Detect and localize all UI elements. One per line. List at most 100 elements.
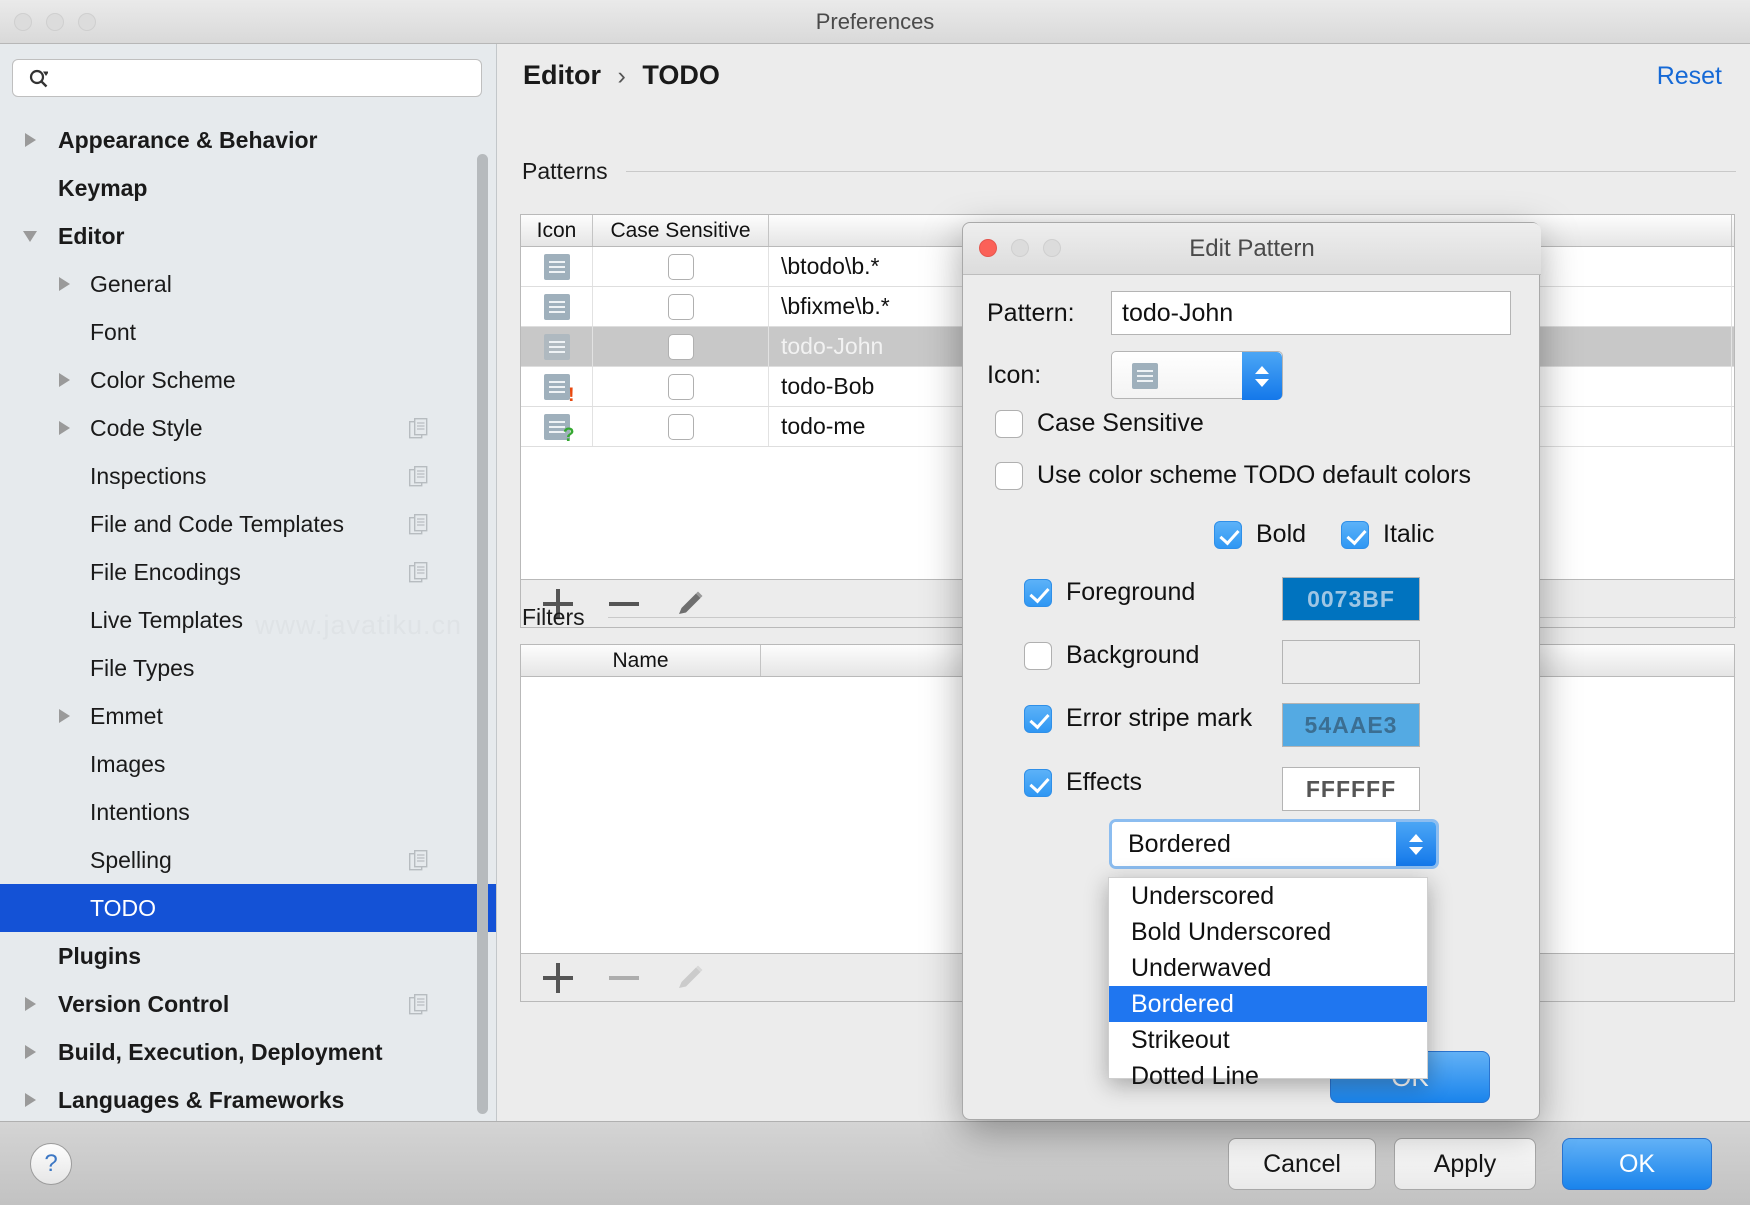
sidebar-item-font[interactable]: Font xyxy=(0,308,497,356)
menu-item-dotted-line[interactable]: Dotted Line xyxy=(1109,1058,1427,1094)
sidebar-item-editor[interactable]: Editor xyxy=(0,212,497,260)
pattern-icon-cell xyxy=(521,247,593,286)
sidebar-item-emmet[interactable]: Emmet xyxy=(0,692,497,740)
foreground-box[interactable] xyxy=(1024,579,1052,607)
case-sensitive-cell[interactable] xyxy=(593,367,769,406)
sidebar-item-appearance-behavior[interactable]: Appearance & Behavior xyxy=(0,116,497,164)
case-sensitive-box[interactable] xyxy=(995,410,1023,438)
use-color-scheme-checkbox[interactable]: Use color scheme TODO default colors xyxy=(995,461,1471,490)
settings-sidebar: Appearance & BehaviorKeymapEditorGeneral… xyxy=(0,44,497,1121)
menu-item-bold-underscored[interactable]: Bold Underscored xyxy=(1109,914,1427,950)
column-header-case-sensitive[interactable]: Case Sensitive xyxy=(593,215,769,246)
italic-box[interactable] xyxy=(1341,521,1369,549)
sidebar-item-color-scheme[interactable]: Color Scheme xyxy=(0,356,497,404)
use-color-scheme-box[interactable] xyxy=(995,462,1023,490)
apply-button[interactable]: Apply xyxy=(1394,1138,1536,1190)
sidebar-item-live-templates[interactable]: Live Templates xyxy=(0,596,497,644)
search-input[interactable] xyxy=(61,60,476,96)
sidebar-item-languages-frameworks[interactable]: Languages & Frameworks xyxy=(0,1076,497,1121)
dialog-close-button[interactable] xyxy=(979,239,997,257)
search-box[interactable] xyxy=(12,59,482,97)
icon-stepper[interactable] xyxy=(1242,352,1282,400)
sidebar-item-file-and-code-templates[interactable]: File and Code Templates xyxy=(0,500,497,548)
case-sensitive-checkbox[interactable] xyxy=(668,294,694,320)
dialog-minimize-button[interactable] xyxy=(1011,239,1029,257)
sidebar-item-code-style[interactable]: Code Style xyxy=(0,404,497,452)
column-header-icon[interactable]: Icon xyxy=(521,215,593,246)
effect-type-combobox[interactable]: Bordered xyxy=(1109,819,1439,869)
cancel-button[interactable]: Cancel xyxy=(1228,1138,1376,1190)
menu-item-underwaved[interactable]: Underwaved xyxy=(1109,950,1427,986)
effects-box[interactable] xyxy=(1024,769,1052,797)
case-sensitive-cell[interactable] xyxy=(593,247,769,286)
sidebar-item-images[interactable]: Images xyxy=(0,740,497,788)
twisty-collapsed-icon[interactable] xyxy=(52,692,76,740)
case-sensitive-cell[interactable] xyxy=(593,407,769,446)
effect-type-stepper[interactable] xyxy=(1396,822,1436,866)
sidebar-item-plugins[interactable]: Plugins xyxy=(0,932,497,980)
reset-button[interactable]: Reset xyxy=(1657,62,1722,91)
twisty-collapsed-icon[interactable] xyxy=(52,404,76,452)
dialog-traffic-lights[interactable] xyxy=(979,239,1061,257)
sidebar-item-inspections[interactable]: Inspections xyxy=(0,452,497,500)
pattern-input[interactable] xyxy=(1111,291,1511,335)
twisty-collapsed-icon[interactable] xyxy=(18,116,42,164)
edit-pattern-button[interactable] xyxy=(675,589,705,619)
case-sensitive-cell[interactable] xyxy=(593,287,769,326)
sidebar-item-spelling[interactable]: Spelling xyxy=(0,836,497,884)
remove-pattern-button[interactable] xyxy=(609,589,639,619)
background-checkbox[interactable]: Background xyxy=(1024,641,1199,670)
sidebar-item-general[interactable]: General xyxy=(0,260,497,308)
italic-checkbox[interactable]: Italic xyxy=(1341,520,1434,549)
error-stripe-box[interactable] xyxy=(1024,705,1052,733)
bold-checkbox[interactable]: Bold xyxy=(1214,520,1306,549)
icon-combobox[interactable] xyxy=(1111,351,1283,399)
case-sensitive-checkbox[interactable] xyxy=(668,414,694,440)
sidebar-item-build-execution-deployment[interactable]: Build, Execution, Deployment xyxy=(0,1028,497,1076)
effect-type-dropdown-menu[interactable]: UnderscoredBold UnderscoredUnderwavedBor… xyxy=(1108,877,1428,1079)
twisty-collapsed-icon[interactable] xyxy=(18,980,42,1028)
background-box[interactable] xyxy=(1024,642,1052,670)
add-filter-button[interactable] xyxy=(543,963,573,993)
case-sensitive-checkbox[interactable] xyxy=(668,374,694,400)
sidebar-item-label: File Types xyxy=(90,644,194,692)
settings-tree[interactable]: Appearance & BehaviorKeymapEditorGeneral… xyxy=(0,116,497,1121)
dialog-zoom-button[interactable] xyxy=(1043,239,1061,257)
sidebar-item-file-encodings[interactable]: File Encodings xyxy=(0,548,497,596)
sidebar-search[interactable] xyxy=(12,59,482,97)
breadcrumb-root[interactable]: Editor xyxy=(523,60,601,90)
menu-item-strikeout[interactable]: Strikeout xyxy=(1109,1022,1427,1058)
ok-button[interactable]: OK xyxy=(1562,1138,1712,1190)
column-header-filter-name[interactable]: Name xyxy=(521,645,761,676)
menu-item-bordered[interactable]: Bordered xyxy=(1109,986,1427,1022)
sidebar-item-version-control[interactable]: Version Control xyxy=(0,980,497,1028)
sidebar-item-keymap[interactable]: Keymap xyxy=(0,164,497,212)
sidebar-item-intentions[interactable]: Intentions xyxy=(0,788,497,836)
twisty-collapsed-icon[interactable] xyxy=(18,1076,42,1121)
sidebar-scrollbar-thumb[interactable] xyxy=(477,154,488,1114)
error-stripe-checkbox[interactable]: Error stripe mark xyxy=(1024,704,1252,733)
sidebar-item-todo[interactable]: TODO xyxy=(0,884,497,932)
twisty-collapsed-icon[interactable] xyxy=(18,1028,42,1076)
case-sensitive-checkbox[interactable] xyxy=(668,254,694,280)
help-button[interactable]: ? xyxy=(30,1143,72,1185)
twisty-expanded-icon[interactable] xyxy=(18,212,42,260)
twisty-collapsed-icon[interactable] xyxy=(52,260,76,308)
foreground-color-swatch[interactable]: 0073BF xyxy=(1282,577,1420,621)
error-stripe-color-swatch[interactable]: 54AAE3 xyxy=(1282,703,1420,747)
menu-item-underscored[interactable]: Underscored xyxy=(1109,878,1427,914)
question-badge-icon: ? xyxy=(563,426,575,445)
case-sensitive-checkbox[interactable] xyxy=(668,334,694,360)
effects-checkbox[interactable]: Effects xyxy=(1024,768,1142,797)
sidebar-item-file-types[interactable]: File Types xyxy=(0,644,497,692)
copy-settings-icon xyxy=(409,994,429,1015)
foreground-checkbox[interactable]: Foreground xyxy=(1024,578,1195,607)
case-sensitive-checkbox[interactable]: Case Sensitive xyxy=(995,409,1204,438)
background-color-swatch[interactable] xyxy=(1282,640,1420,684)
effects-color-swatch[interactable]: FFFFFF xyxy=(1282,767,1420,811)
bold-box[interactable] xyxy=(1214,521,1242,549)
remove-filter-button xyxy=(609,963,639,993)
twisty-collapsed-icon[interactable] xyxy=(52,356,76,404)
case-sensitive-cell[interactable] xyxy=(593,327,769,366)
search-icon xyxy=(29,69,48,88)
